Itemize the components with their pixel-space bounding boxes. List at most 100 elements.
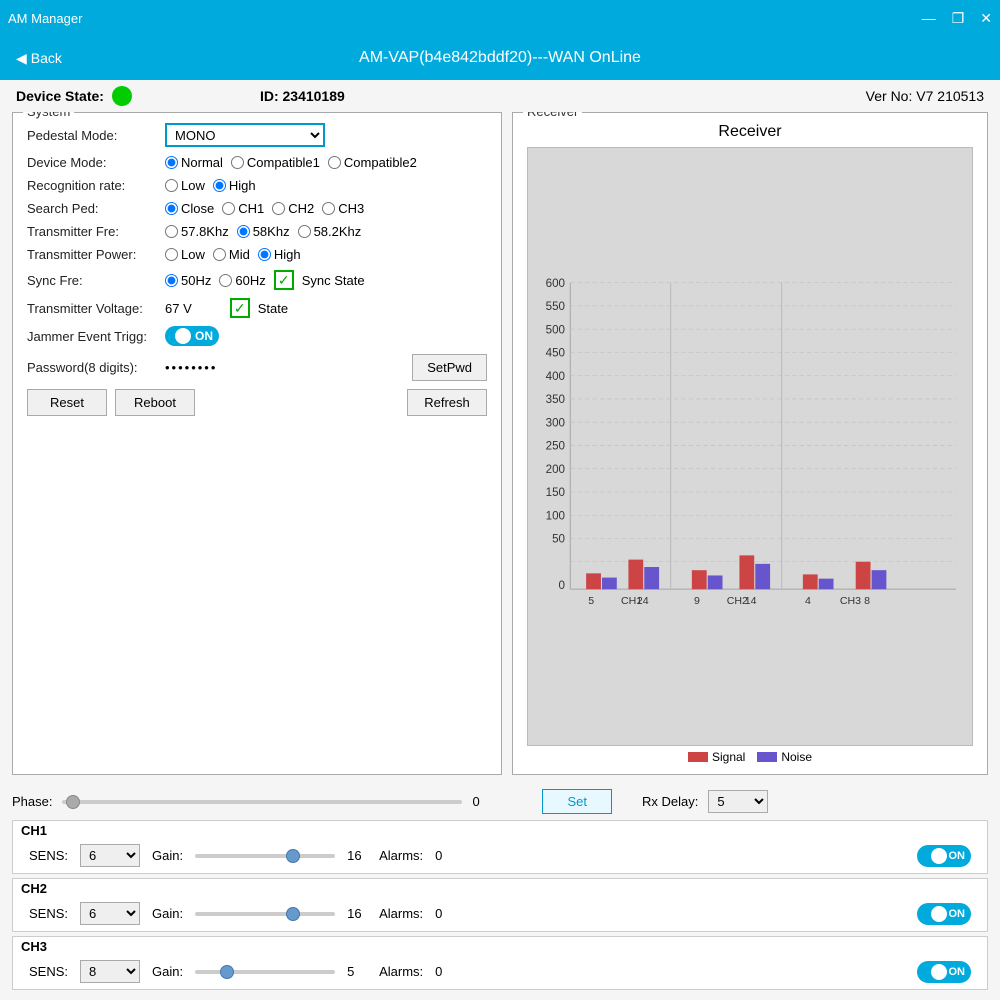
svg-text:0: 0 <box>559 579 565 592</box>
device-mode-compatible1[interactable]: Compatible1 <box>231 155 320 170</box>
back-button[interactable]: ◀ Back <box>16 50 62 67</box>
svg-text:100: 100 <box>546 509 565 522</box>
svg-text:300: 300 <box>546 416 565 429</box>
svg-text:200: 200 <box>546 463 565 476</box>
ch3-sens-select[interactable]: 678910 <box>80 960 140 983</box>
ch3-sens-label: SENS: <box>29 964 68 979</box>
state-checkbox[interactable]: ✓ <box>230 298 250 318</box>
recognition-rate-options: Low High <box>165 178 256 193</box>
maximize-button[interactable]: ❐ <box>952 10 965 27</box>
ch1-gain-slider[interactable] <box>195 854 335 858</box>
transmitter-power-mid[interactable]: Mid <box>213 247 250 262</box>
svg-text:4: 4 <box>805 595 811 607</box>
noise-color-block <box>757 752 777 762</box>
chart-legend: Signal Noise <box>527 750 973 764</box>
phase-thumb[interactable] <box>66 795 80 809</box>
device-id: ID: 23410189 <box>260 88 345 104</box>
transmitter-power-low[interactable]: Low <box>165 247 205 262</box>
jammer-event-toggle[interactable]: ON <box>165 326 219 346</box>
ch2-alarms-label: Alarms: <box>379 906 423 921</box>
device-header: Device State: ID: 23410189 Ver No: V7 21… <box>0 80 1000 112</box>
ch2-header: CH2 <box>13 879 987 898</box>
transmitter-power-label: Transmitter Power: <box>27 247 157 262</box>
receiver-svg: 600 550 500 450 400 350 300 250 200 150 … <box>528 148 972 745</box>
sync-fre-60hz[interactable]: 60Hz <box>219 273 265 288</box>
sync-state-label: Sync State <box>302 273 365 288</box>
recognition-low[interactable]: Low <box>165 178 205 193</box>
ch2-gain-thumb[interactable] <box>286 907 300 921</box>
svg-text:150: 150 <box>546 486 565 499</box>
ch2-gain-label: Gain: <box>152 906 183 921</box>
transmitter-fre-label: Transmitter Fre: <box>27 224 157 239</box>
minimize-button[interactable]: — <box>922 10 936 27</box>
phase-slider[interactable] <box>62 800 462 804</box>
refresh-button[interactable]: Refresh <box>407 389 487 416</box>
ch3-header: CH3 <box>13 937 987 956</box>
svg-text:350: 350 <box>546 393 565 406</box>
sync-fre-50hz[interactable]: 50Hz <box>165 273 211 288</box>
ch1-sens-select[interactable]: 678910 <box>80 844 140 867</box>
search-ped-ch1[interactable]: CH1 <box>222 201 264 216</box>
ver-no: Ver No: V7 210513 <box>866 88 984 104</box>
transmitter-voltage-value: 67 V <box>165 301 192 316</box>
rx-delay-select[interactable]: 5 10 15 20 <box>708 790 768 813</box>
titlebar: AM Manager — ❐ ✕ <box>0 0 1000 36</box>
ch2-sens-select[interactable]: 678910 <box>80 902 140 925</box>
transmitter-fre-options: 57.8Khz 58Khz 58.2Khz <box>165 224 361 239</box>
ch1-alarms-value: 0 <box>435 848 442 863</box>
close-button[interactable]: ✕ <box>980 10 992 27</box>
reboot-button[interactable]: Reboot <box>115 389 195 416</box>
search-ped-label: Search Ped: <box>27 201 157 216</box>
sync-fre-row: Sync Fre: 50Hz 60Hz ✓ Sync State <box>27 270 487 290</box>
noise-label: Noise <box>781 750 812 764</box>
ch3-alarms-value: 0 <box>435 964 442 979</box>
ch2-gain-value: 16 <box>347 906 367 921</box>
recognition-high[interactable]: High <box>213 178 256 193</box>
ch1-gain-thumb[interactable] <box>286 849 300 863</box>
transmitter-voltage-label: Transmitter Voltage: <box>27 301 157 316</box>
device-mode-options: Normal Compatible1 Compatible2 <box>165 155 417 170</box>
svg-text:5: 5 <box>588 595 594 607</box>
pedestal-mode-select[interactable]: MONO DUAL TRIPLE <box>165 123 325 147</box>
ch1-header: CH1 <box>13 821 987 840</box>
device-mode-compatible2[interactable]: Compatible2 <box>328 155 417 170</box>
search-ped-ch2[interactable]: CH2 <box>272 201 314 216</box>
nav-bar-inner: ◀ Back AM-VAP(b4e842bddf20)---WAN OnLine <box>16 50 984 67</box>
ch1-alarms-label: Alarms: <box>379 848 423 863</box>
phase-label: Phase: <box>12 794 52 809</box>
ch2-gain-slider[interactable] <box>195 912 335 916</box>
set-button[interactable]: Set <box>542 789 612 814</box>
transmitter-fre-582[interactable]: 58.2Khz <box>298 224 362 239</box>
search-ped-ch3[interactable]: CH3 <box>322 201 364 216</box>
ch2-toggle[interactable]: ON <box>917 903 971 925</box>
phase-row: Phase: 0 Set Rx Delay: 5 10 15 20 <box>12 789 988 814</box>
sync-state-checkbox[interactable]: ✓ <box>274 270 294 290</box>
ch1-toggle[interactable]: ON <box>917 845 971 867</box>
ch3-gain-thumb[interactable] <box>220 965 234 979</box>
ch3-gain-value: 5 <box>347 964 367 979</box>
nav-title: AM-VAP(b4e842bddf20)---WAN OnLine <box>359 49 641 67</box>
svg-text:CH3: CH3 <box>840 595 861 607</box>
sync-fre-label: Sync Fre: <box>27 273 157 288</box>
ch3-gain-slider[interactable] <box>195 970 335 974</box>
setpwd-button[interactable]: SetPwd <box>412 354 487 381</box>
signal-color-block <box>688 752 708 762</box>
ch2-row: SENS: 678910 Gain: 16 Alarms: 0 ON <box>13 898 987 931</box>
svg-text:250: 250 <box>546 440 565 453</box>
ch1-gain-label: Gain: <box>152 848 183 863</box>
transmitter-fre-578[interactable]: 57.8Khz <box>165 224 229 239</box>
search-ped-close[interactable]: Close <box>165 201 214 216</box>
password-value: •••••••• <box>165 360 217 375</box>
ch1-section: CH1 SENS: 678910 Gain: 16 Alarms: 0 ON <box>12 820 988 874</box>
ch1-sens-label: SENS: <box>29 848 68 863</box>
transmitter-fre-58[interactable]: 58Khz <box>237 224 290 239</box>
reset-button[interactable]: Reset <box>27 389 107 416</box>
svg-text:24: 24 <box>637 595 649 607</box>
main-content: System Pedestal Mode: MONO DUAL TRIPLE D… <box>0 112 1000 783</box>
ch3-toggle[interactable]: ON <box>917 961 971 983</box>
transmitter-power-high[interactable]: High <box>258 247 301 262</box>
device-mode-normal[interactable]: Normal <box>165 155 223 170</box>
svg-text:550: 550 <box>546 300 565 313</box>
svg-text:400: 400 <box>546 370 565 383</box>
ch3-row: SENS: 678910 Gain: 5 Alarms: 0 ON <box>13 956 987 989</box>
